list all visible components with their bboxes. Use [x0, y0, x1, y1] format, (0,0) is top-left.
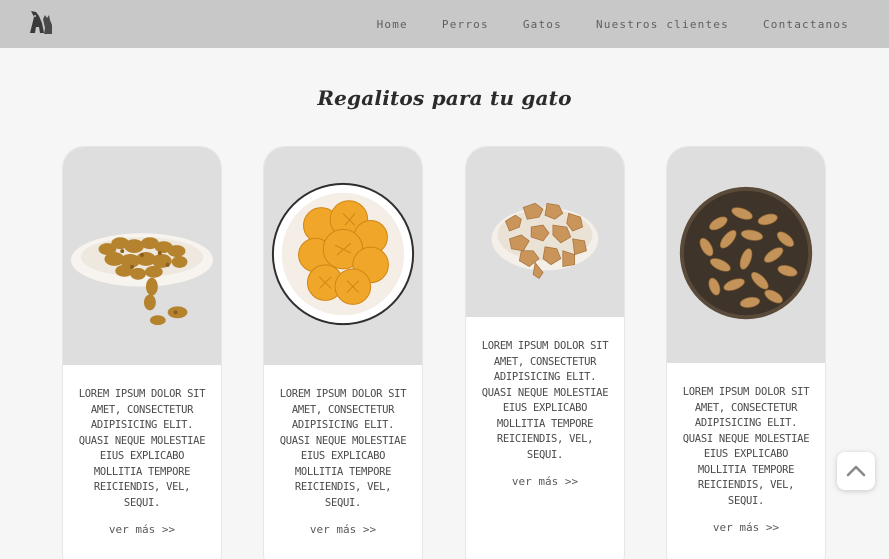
ver-mas-link[interactable]: ver más >>: [667, 521, 825, 534]
ver-mas-link[interactable]: ver más >>: [264, 523, 422, 536]
card-description: Lorem ipsum dolor sit amet, consectetur …: [279, 388, 407, 509]
nav-link-contactanos[interactable]: Contactanos: [763, 18, 849, 31]
product-card: Lorem ipsum dolor sit amet, consectetur …: [465, 146, 625, 559]
card-description: Lorem ipsum dolor sit amet, consectetur …: [78, 388, 206, 509]
product-card: Lorem ipsum dolor sit amet, consectetur …: [666, 146, 826, 559]
product-card: Lorem ipsum dolor sit amet, consectetur …: [62, 146, 222, 559]
nav-link-clientes[interactable]: Nuestros clientes: [596, 18, 729, 31]
nav-links: Home Perros Gatos Nuestros clientes Cont…: [343, 0, 849, 48]
card-image: [264, 147, 422, 365]
bone-biscuits-image: [679, 186, 813, 320]
navbar: Home Perros Gatos Nuestros clientes Cont…: [0, 0, 889, 48]
card-image: [667, 147, 825, 363]
chevron-up-icon: [846, 465, 866, 477]
card-description: Lorem ipsum dolor sit amet, consectetur …: [682, 386, 810, 507]
bone-treats-image: [70, 233, 214, 326]
nav-link-gatos[interactable]: Gatos: [523, 18, 562, 31]
nav-link-perros[interactable]: Perros: [442, 18, 489, 31]
card-description: Lorem ipsum dolor sit amet, consectetur …: [481, 340, 609, 461]
dog-cat-logo-icon[interactable]: [26, 7, 58, 39]
ver-mas-link[interactable]: ver más >>: [466, 475, 624, 488]
card-image: [63, 147, 221, 365]
product-card: Lorem ipsum dolor sit amet, consectetur …: [263, 146, 423, 559]
section-title: Regalitos para tu gato: [317, 86, 572, 110]
cookies-image: [271, 182, 415, 326]
card-image: [466, 147, 624, 317]
nav-link-home[interactable]: Home: [377, 18, 408, 31]
biscuits-image: [491, 202, 599, 279]
ver-mas-link[interactable]: ver más >>: [63, 523, 221, 536]
scroll-top-button[interactable]: [837, 452, 875, 490]
